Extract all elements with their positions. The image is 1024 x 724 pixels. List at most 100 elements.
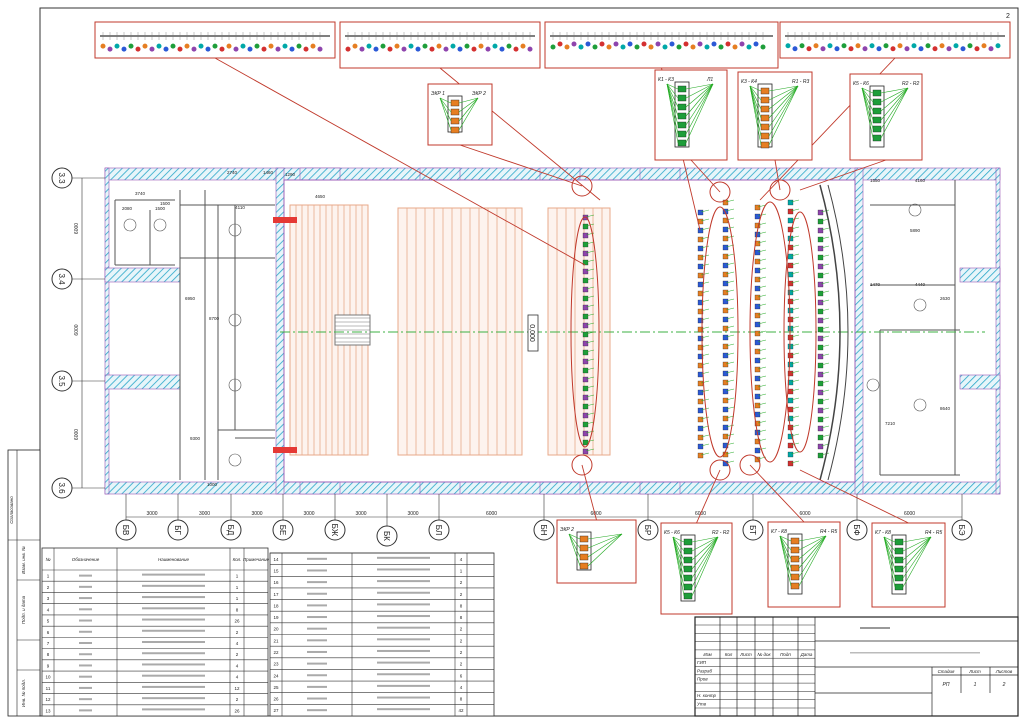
light-fixture: [894, 583, 904, 591]
stamp-replace-inv: Взам. инв. №: [21, 546, 26, 574]
axis-label: 3.6: [57, 482, 66, 494]
equipment-mark: [273, 447, 297, 453]
light-fixture: [817, 290, 824, 297]
callout-label: К3 - К4: [741, 79, 757, 85]
light-fixture: [787, 217, 794, 224]
light-fixture: [613, 41, 619, 47]
light-fixture: [443, 46, 449, 52]
quantity: 26: [234, 708, 240, 713]
room-dimension: 1500: [155, 206, 166, 211]
light-fixture: [939, 43, 945, 49]
light-fixture: [582, 376, 589, 383]
light-fixture: [787, 334, 794, 341]
light-fixture: [394, 43, 400, 49]
light-fixture: [582, 304, 589, 311]
light-fixture: [817, 362, 824, 369]
side-stamp: Согласовано Взам. инв. № Подп. и дата Инв. …: [7, 449, 41, 717]
light-fixture: [754, 411, 761, 418]
light-fixture: [205, 46, 211, 52]
light-fixture: [894, 574, 904, 582]
light-fixture: [128, 43, 134, 49]
light-fixture: [550, 44, 556, 50]
name-cell: [377, 684, 430, 687]
callout-leader: [799, 469, 909, 524]
light-fixture: [722, 379, 729, 386]
callout-frame: [660, 522, 733, 615]
room-dimension: 1550: [870, 178, 881, 183]
light-fixture: [135, 46, 141, 52]
callout-label: ЭКР 1: [431, 91, 445, 97]
light-fixture: [754, 294, 761, 301]
light-fixture: [817, 299, 824, 306]
light-fixture: [697, 425, 704, 432]
wall: [299, 167, 341, 181]
room-dimension: 1500: [160, 201, 171, 206]
designation-cell: [307, 616, 327, 619]
callout-leader: [696, 469, 721, 524]
callout-label: R2 - R2: [712, 530, 729, 536]
specification-tables: № Обозначение Наименование Кол. Примечание 1 1…: [41, 547, 495, 717]
room-dimension: 1000: [207, 482, 218, 487]
light-fixture: [754, 402, 761, 409]
light-fixture: [582, 331, 589, 338]
light-fixture: [817, 236, 824, 243]
quantity: 12: [234, 686, 240, 691]
light-fixture: [754, 339, 761, 346]
name-cell: [377, 696, 430, 699]
row-number: 24: [273, 673, 279, 678]
light-fixture: [582, 448, 589, 455]
title-col-header: № док: [757, 652, 771, 657]
light-fixture: [683, 547, 693, 555]
light-fixture: [697, 263, 704, 270]
wall: [639, 481, 681, 495]
light-fixture: [817, 317, 824, 324]
room-dimension: 4110: [235, 205, 245, 210]
title-col-header: Подп: [780, 652, 791, 657]
designation-cell: [307, 650, 327, 653]
room-dimension: 5890: [910, 228, 921, 233]
light-fixture: [683, 41, 689, 47]
column-dimension: 3000: [407, 511, 418, 517]
light-fixture: [289, 46, 295, 52]
light-fixture: [722, 370, 729, 377]
light-fixture: [876, 46, 882, 52]
light-fixture: [415, 46, 421, 52]
name-cell: [377, 661, 430, 664]
room-dimension: 2630: [940, 296, 951, 301]
row-number: 13: [45, 708, 51, 713]
callout-frame: [654, 69, 728, 161]
light-fixture: [872, 125, 882, 133]
floor-plan: 0,000 3.3 3.4 3.5 3.6 6000 6000 6000 БВ 3000 БГ 300…: [51, 167, 1001, 547]
name-cell: [377, 556, 430, 559]
designation-cell: [79, 675, 92, 678]
callout-frame: [779, 21, 1011, 59]
light-fixture: [697, 41, 703, 47]
light-fixture: [817, 209, 824, 216]
room-dimension: 6950: [185, 296, 196, 301]
room-tag: [913, 298, 927, 312]
light-fixture: [918, 46, 924, 52]
light-fixture: [582, 403, 589, 410]
spec_table_left: № Обозначение Наименование Кол. Примечание 1 1…: [41, 547, 269, 717]
drawing-title: [860, 627, 890, 629]
room-dimension: 4440: [915, 282, 926, 287]
light-fixture: [422, 43, 428, 49]
designation-cell: [79, 642, 92, 644]
light-fixture: [697, 371, 704, 378]
light-fixture: [817, 416, 824, 423]
row-number: 14: [273, 557, 279, 562]
row-number: 23: [273, 662, 279, 667]
elevation-text: 0,000: [528, 324, 535, 342]
name-cell: [377, 603, 430, 606]
light-fixture: [366, 43, 372, 49]
light-fixture: [655, 41, 661, 47]
light-fixture: [722, 424, 729, 431]
light-fixture: [787, 325, 794, 332]
light-fixture: [841, 43, 847, 49]
light-fixture: [359, 46, 365, 52]
light-fixture: [855, 43, 861, 49]
light-fixture: [754, 357, 761, 364]
designation-cell: [307, 709, 327, 712]
light-fixture: [932, 46, 938, 52]
light-fixture: [582, 421, 589, 428]
